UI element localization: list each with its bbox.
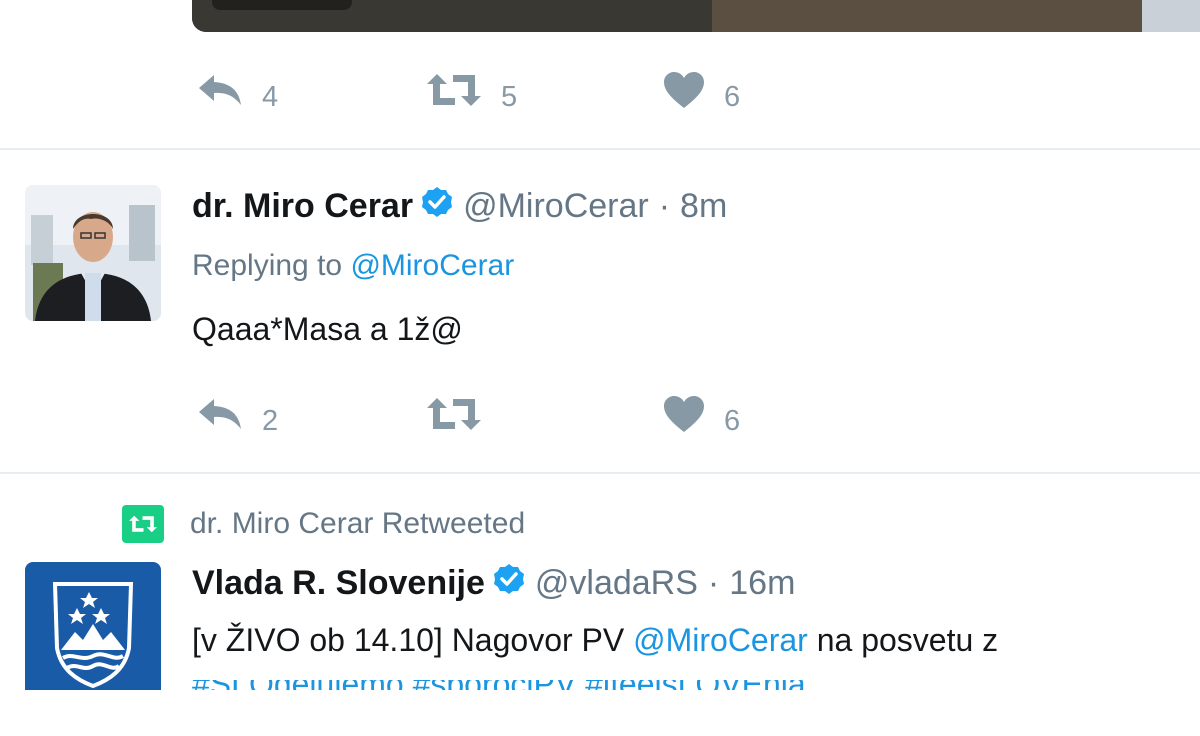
retweet-button[interactable]: 5: [425, 70, 517, 113]
tweet-timestamp[interactable]: 8m: [680, 187, 727, 226]
reply-icon: [199, 75, 241, 105]
replying-to: Replying to @MiroCerar: [192, 249, 514, 283]
verified-badge-icon: [421, 186, 453, 227]
retweet-icon: [427, 74, 481, 106]
retweet-context-icon: [122, 505, 164, 543]
avatar[interactable]: [25, 185, 161, 321]
tweet-divider: [0, 472, 1200, 474]
reply-button[interactable]: 4: [196, 70, 278, 113]
reply-button[interactable]: 2: [196, 394, 278, 437]
author-handle[interactable]: @vladaRS: [535, 564, 698, 603]
tweet-header: Vlada R. Slovenije @vladaRS · 16m: [192, 563, 795, 604]
author-handle[interactable]: @MiroCerar: [463, 187, 649, 226]
author-name[interactable]: Vlada R. Slovenije: [192, 564, 485, 603]
reply-count: 4: [262, 80, 279, 113]
replying-label: Replying to: [192, 249, 343, 282]
tweet-hashtags-cut[interactable]: #SLOdelujemo #sporočiPV #ifeelsLOVEnia: [192, 680, 806, 690]
like-count: 6: [724, 80, 741, 113]
heart-icon: [664, 72, 704, 108]
retweet-count: 5: [501, 80, 518, 113]
tweet-text-suffix: na posvetu z: [816, 622, 999, 658]
viewport-bottom: [0, 690, 1200, 736]
tweet-actions: 2 6: [192, 394, 892, 437]
replying-mention-link[interactable]: @MiroCerar: [350, 249, 514, 282]
retweet-icon: [427, 398, 481, 430]
timeline: 4 5 6 dr. Miro Cerar @MiroCerar · 8m Rep…: [0, 0, 1200, 736]
tweet-header: dr. Miro Cerar @MiroCerar · 8m: [192, 186, 727, 227]
tweet-text-prefix: [v ŽIVO ob 14.10] Nagovor PV: [192, 622, 625, 658]
heart-icon: [664, 396, 704, 432]
separator-dot: ·: [707, 564, 720, 602]
verified-badge-icon: [493, 563, 525, 604]
like-button[interactable]: 6: [662, 70, 740, 113]
tweet-mention-link[interactable]: @MiroCerar: [633, 622, 808, 658]
tweet-divider: [0, 148, 1200, 150]
author-name[interactable]: dr. Miro Cerar: [192, 187, 413, 226]
avatar[interactable]: [25, 562, 161, 690]
retweeted-by-label[interactable]: dr. Miro Cerar Retweeted: [190, 507, 525, 541]
reply-count: 2: [262, 404, 279, 437]
tweet-media-image[interactable]: [192, 0, 1200, 32]
tweet-hashtags[interactable]: #SLOdelujemo #sporočiPV #ifeelsLOVEnia: [192, 680, 806, 690]
avatar-photo: [25, 185, 161, 321]
tweet-timestamp[interactable]: 16m: [729, 564, 795, 603]
retweet-context: dr. Miro Cerar Retweeted: [122, 505, 525, 543]
tweet-text: [v ŽIVO ob 14.10] Nagovor PV @MiroCerar …: [192, 622, 998, 659]
separator-dot: ·: [658, 187, 671, 225]
coat-of-arms-logo: [25, 562, 161, 690]
like-button[interactable]: 6: [662, 394, 740, 437]
retweet-button[interactable]: [425, 394, 501, 434]
like-count: 6: [724, 404, 741, 437]
tweet-text: Qaaa*Masa a 1ž@: [192, 311, 463, 347]
reply-icon: [199, 399, 241, 429]
tweet-actions: 4 5 6: [192, 70, 892, 113]
